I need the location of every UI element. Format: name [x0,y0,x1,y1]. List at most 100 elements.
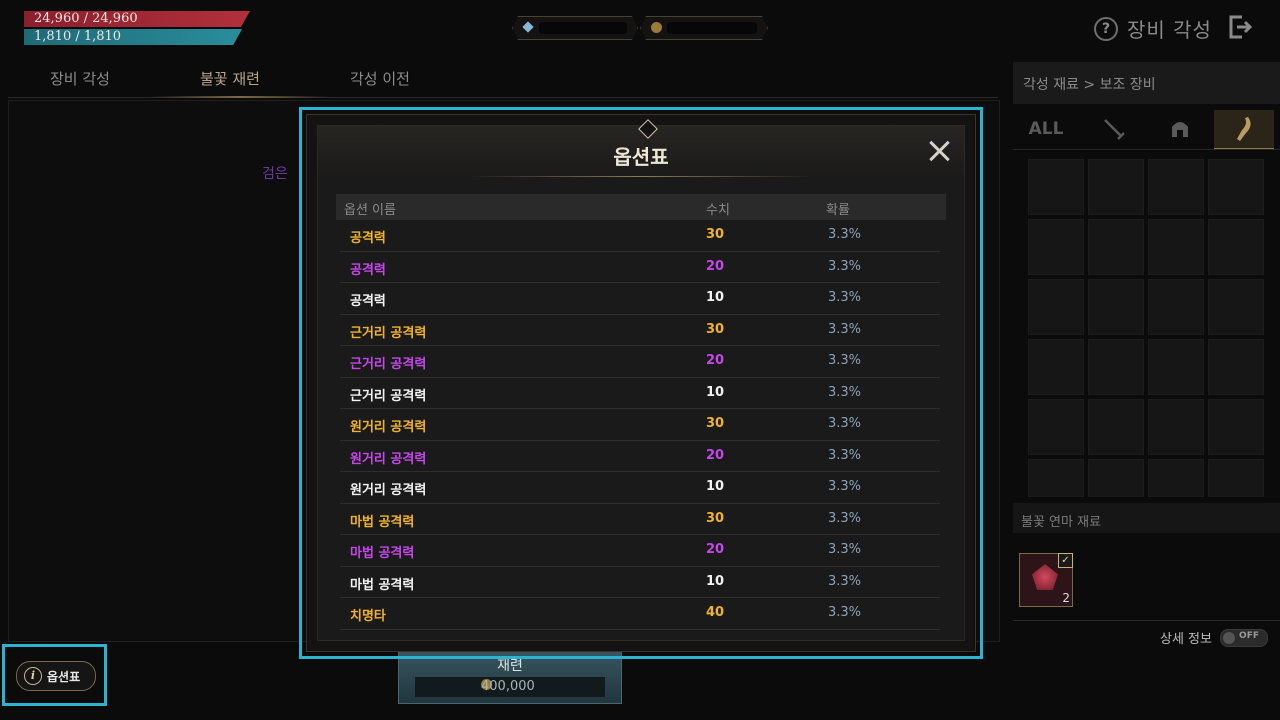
option-value: 40 [706,605,725,620]
table-row: 원거리 공격력 30 3.3% [340,409,940,441]
inventory-slot[interactable] [1208,339,1264,395]
helmet-icon [1172,122,1188,137]
inventory-slot[interactable] [1148,399,1204,455]
option-name: 원거리 공격력 [350,451,427,467]
table-header: 옵션 이름 수치 확률 [336,194,946,220]
inventory-slot[interactable] [1028,279,1084,335]
option-probability: 3.3% [828,290,862,305]
tab-equipment-awaken[interactable]: 장비 각성 [50,68,110,89]
column-header-name: 옵션 이름 [344,203,396,218]
table-row: 공격력 30 3.3% [340,220,940,252]
inventory-slot[interactable] [1148,279,1204,335]
option-table-button-label: 옵션표 [47,670,81,684]
column-header-prob: 확률 [826,203,850,218]
inventory-slot[interactable] [1088,459,1144,497]
table-body: 공격력 30 3.3% 공격력 20 3.3% 공격력 10 3.3% 근거리 공격력 30 3.3%… [336,220,946,630]
option-name: 치명타 [350,609,386,624]
option-probability: 3.3% [828,321,862,337]
page-title: 장비 각성 [1127,18,1212,42]
inventory-slot[interactable] [1148,339,1204,395]
filter-tab-armor[interactable] [1150,110,1210,148]
gold-currency [640,16,768,40]
table-row: 원거리 공격력 10 3.3% [340,472,940,504]
inventory-slot[interactable] [1088,219,1144,275]
inventory-slot[interactable] [1088,339,1144,395]
option-value: 10 [706,384,725,400]
option-probability: 3.3% [828,542,862,557]
tab-awaken-transfer[interactable]: 각성 이전 [350,68,410,89]
close-icon[interactable] [928,140,950,162]
option-name: 공격력 [350,262,386,278]
material-count: 2 [1062,591,1070,605]
option-value: 30 [706,227,725,242]
inventory-slot[interactable] [1088,159,1144,215]
grid-divider [1013,149,1280,150]
flame-stone-icon [1032,564,1058,590]
inventory-slot[interactable] [1028,399,1084,455]
detail-info-label: 상세 정보 [1160,632,1212,647]
table-row: 마법 공격력 30 3.3% [340,504,940,535]
option-probability: 3.3% [828,447,862,463]
inventory-slot[interactable] [1088,399,1144,455]
table-row: 근거리 공격력 20 3.3% [340,346,940,378]
option-name: 공격력 [350,294,386,309]
option-probability: 3.3% [828,353,862,368]
inventory-slot[interactable] [1028,339,1084,395]
table-row: 근거리 공격력 30 3.3% [340,315,940,346]
option-name: 근거리 공격력 [350,357,427,372]
gem-amount-hidden [539,22,627,34]
header-divider [468,176,814,177]
option-name: 원거리 공격력 [350,420,427,435]
refine-material-label: 불꽃 연마 재료 [1021,515,1102,530]
filter-tab-all[interactable]: ALL [1016,110,1076,148]
material-breadcrumb: 각성 재료 > 보조 장비 [1013,62,1280,104]
option-table-modal: 옵션표 옵션 이름 수치 확률 공격력 30 3.3% 공격력 20 3.3% 공격력 10 3… [306,114,976,652]
exit-icon[interactable] [1228,14,1252,40]
option-value: 10 [706,479,725,494]
info-icon: i [24,667,42,685]
inventory-slot[interactable] [1208,459,1264,497]
option-table-button[interactable]: i 옵션표 [16,661,96,691]
refine-material-header: 불꽃 연마 재료 [1013,503,1280,533]
hp-value: 24,960 / 24,960 [34,11,138,26]
inventory-slot[interactable] [1208,159,1264,215]
item-name-partial: 검은 [262,166,288,182]
gold-amount-hidden [667,22,757,34]
inventory-slot[interactable] [1148,219,1204,275]
option-name: 근거리 공격력 [350,325,427,341]
inventory-slot[interactable] [1208,399,1264,455]
table-row: 마법 공격력 10 3.3% [340,567,940,598]
inventory-slot[interactable] [1028,459,1084,497]
help-icon[interactable]: ? [1094,17,1118,41]
option-value: 30 [706,321,725,337]
option-value: 10 [706,290,725,305]
filter-tab-accessory[interactable] [1214,110,1274,150]
filter-tab-weapon[interactable] [1084,110,1144,148]
inventory-slot[interactable] [1208,219,1264,275]
option-name: 마법 공격력 [350,577,415,593]
option-name: 마법 공격력 [350,546,415,561]
table-row: 공격력 20 3.3% [340,252,940,283]
tab-flame-refine[interactable]: 불꽃 재련 [200,68,260,89]
inventory-slot[interactable] [1148,159,1204,215]
inventory-slot[interactable] [1028,159,1084,215]
breadcrumb-text: 각성 재료 > 보조 장비 [1023,77,1156,93]
refine-material-item[interactable]: ✓ 2 [1019,553,1073,607]
option-probability: 3.3% [828,416,862,431]
inventory-slot[interactable] [1148,459,1204,497]
gem-icon [522,21,533,32]
option-name: 공격력 [350,231,386,246]
detail-info-toggle[interactable]: OFF [1220,629,1268,647]
option-value: 30 [706,416,725,431]
panel-divider [1013,620,1280,621]
inventory-slot[interactable] [1208,279,1264,335]
gem-currency [512,16,638,40]
option-probability: 3.3% [828,258,862,274]
modal-body: 옵션표 옵션 이름 수치 확률 공격력 30 3.3% 공격력 20 3.3% 공격력 10 3… [317,119,965,641]
check-icon: ✓ [1058,553,1073,568]
inventory-slot[interactable] [1028,219,1084,275]
toggle-knob [1223,632,1235,644]
inventory-slot[interactable] [1088,279,1144,335]
coin-icon [651,22,662,33]
refine-cost-value: 400,000 [481,679,535,694]
